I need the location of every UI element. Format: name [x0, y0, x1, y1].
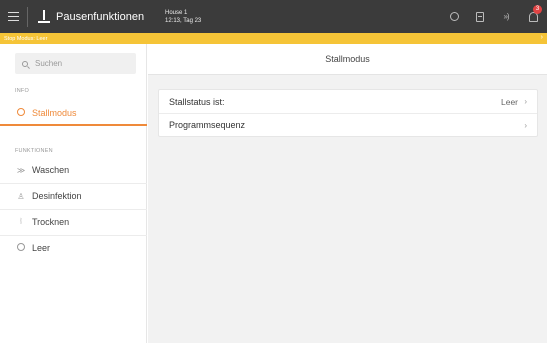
status-card: Stallstatus ist: Leer › Programmsequenz …: [158, 89, 538, 137]
connection-button[interactable]: »): [493, 0, 519, 33]
stop-mode-bar[interactable]: Stop Modus: Leer ›: [0, 33, 547, 44]
sidebar-item-stallmodus[interactable]: Stallmodus: [0, 102, 147, 126]
report-button[interactable]: [467, 0, 493, 33]
house-time-day: 12:13, Tag 23: [165, 17, 202, 24]
sidebar-item-trocknen[interactable]: ⦚ Trocknen: [0, 210, 147, 234]
chevron-right-icon: ›: [524, 120, 527, 130]
stop-mode-text: Stop Modus: Leer: [4, 35, 48, 42]
top-bar: Pausenfunktionen House 1 12:13, Tag 23 »…: [0, 0, 547, 33]
notifications-button[interactable]: 3: [519, 0, 547, 33]
search-icon: [22, 60, 28, 67]
disinfection-icon: ♙: [17, 191, 25, 201]
section-label-info: INFO: [15, 88, 29, 94]
hamburger-icon: [8, 12, 19, 21]
sidebar-item-label: Trocknen: [32, 217, 70, 227]
check-circle-icon: [15, 243, 27, 253]
sidebar-item-label: Stallmodus: [32, 108, 77, 118]
document-icon: [476, 11, 484, 22]
signal-icon: »): [503, 12, 509, 21]
check-circle-icon: [15, 108, 27, 118]
sidebar: Suchen INFO Stallmodus FUNKTIONEN ≫ Wasc…: [0, 44, 147, 343]
divider: [27, 6, 28, 27]
chevron-right-icon: ›: [540, 34, 543, 41]
search-placeholder: Suchen: [35, 59, 63, 68]
drying-icon: ⦚: [20, 217, 22, 226]
house-info[interactable]: House 1 12:13, Tag 23: [165, 9, 201, 25]
chevron-right-icon: ›: [524, 97, 527, 106]
sidebar-item-label: Desinfektion: [32, 191, 82, 201]
wash-icon: ≫: [16, 165, 26, 175]
sidebar-item-label: Leer: [32, 243, 51, 253]
menu-button[interactable]: [0, 0, 27, 33]
notification-badge: 3: [533, 5, 542, 14]
row-label: Programmsequenz: [169, 120, 246, 130]
main-panel: Stallmodus Stallstatus ist: Leer › Progr…: [148, 44, 547, 343]
row-stallstatus[interactable]: Stallstatus ist: Leer ›: [159, 90, 537, 113]
section-label-funktionen: FUNKTIONEN: [15, 148, 53, 154]
home-button[interactable]: [441, 0, 467, 33]
home-icon: [449, 12, 459, 21]
pause-function-icon: [38, 9, 50, 24]
row-programmsequenz[interactable]: Programmsequenz ›: [159, 113, 537, 136]
sidebar-item-desinfektion[interactable]: ♙ Desinfektion: [0, 184, 147, 208]
house-name: House 1: [165, 9, 188, 16]
sidebar-item-leer[interactable]: Leer: [0, 236, 147, 260]
page-title: Stallmodus: [148, 44, 547, 75]
app-title: Pausenfunktionen: [38, 9, 150, 24]
sidebar-item-label: Waschen: [32, 165, 70, 175]
app-title-label: Pausenfunktionen: [56, 10, 145, 23]
sidebar-item-waschen[interactable]: ≫ Waschen: [0, 158, 147, 182]
row-value: Leer: [500, 96, 518, 107]
search-input[interactable]: Suchen: [15, 53, 136, 74]
row-label: Stallstatus ist:: [169, 96, 225, 107]
